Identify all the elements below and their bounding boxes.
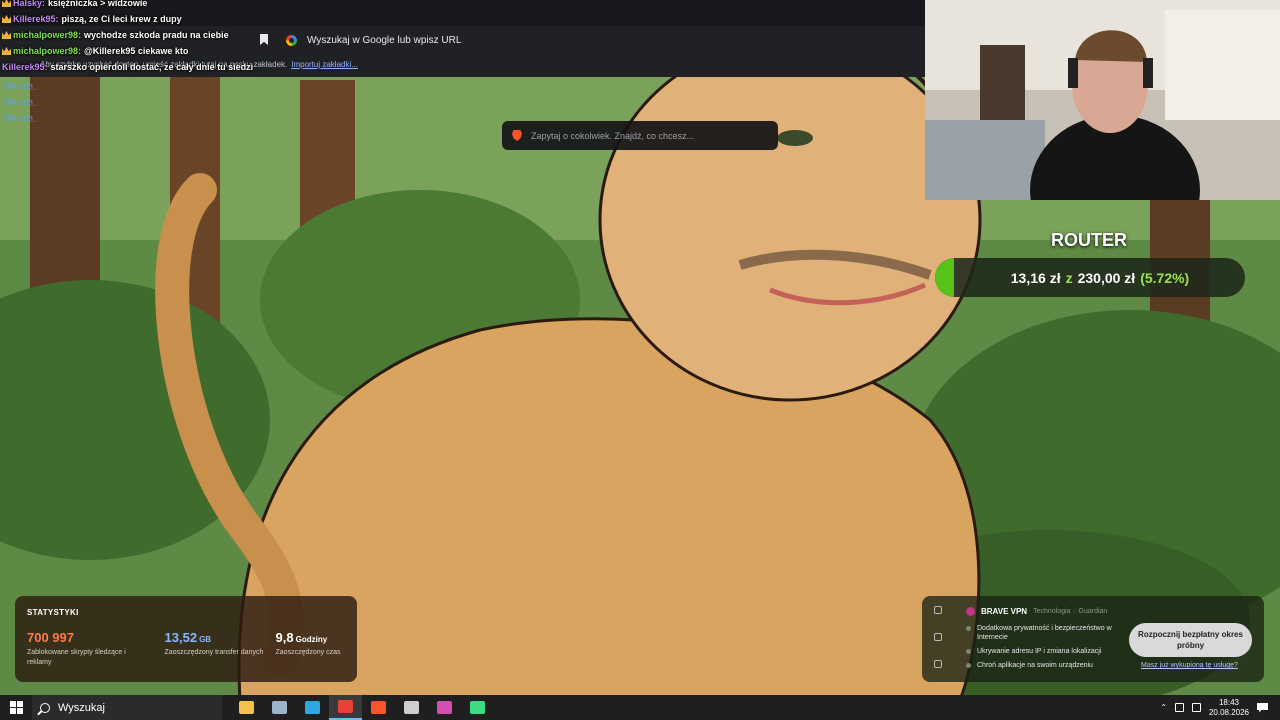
edge-icon <box>305 701 320 714</box>
taskbar-app-files[interactable] <box>263 695 296 720</box>
stat-unit: GB <box>199 635 212 644</box>
chat-faded-line: Marvin_ <box>4 113 39 123</box>
chat-message: michalpower98: @Killerek95 ciekawe kto <box>2 43 272 59</box>
taskbar-app-brave[interactable] <box>362 695 395 720</box>
taskbar-app-folder[interactable] <box>230 695 263 720</box>
crown-badge-icon <box>2 0 11 7</box>
crown-badge-icon <box>2 15 11 23</box>
crown-badge-icon <box>2 47 11 55</box>
taskbar-app-image[interactable] <box>428 695 461 720</box>
taskbar-app-obs[interactable] <box>395 695 428 720</box>
stat-time-saved: 9,8 Godziny Zaoszczędzony czas <box>276 630 345 668</box>
chat-faded-line: Marvin_ <box>4 97 39 107</box>
system-tray: ⌃ 18:43 20.08.2026 <box>1160 695 1280 720</box>
stat-bandwidth-saved: 13,52 GB Zaoszczędzony transfer danych <box>165 630 276 668</box>
brave-search-box[interactable]: Zapytaj o cokolwiek. Znajdź, co chcesz..… <box>502 121 778 150</box>
stream-chat-overlay: Halsky: księżniczka > widzowie Killerek9… <box>2 0 272 75</box>
taskbar-app-edge[interactable] <box>296 695 329 720</box>
chat-username: Halsky: <box>13 0 46 8</box>
taskbar-app-play[interactable] <box>461 695 494 720</box>
taskbar-search-box[interactable]: Wyszukaj <box>32 695 222 720</box>
taskbar-app-chrome[interactable] <box>329 695 362 720</box>
folder-icon <box>239 701 254 714</box>
chat-username: Killerek95: <box>2 62 48 72</box>
taskbar-pinned-apps <box>230 695 494 720</box>
play-icon <box>470 701 485 714</box>
stat-label: Zaoszczędzony transfer danych <box>164 649 264 656</box>
obs-icon <box>404 701 419 714</box>
chat-username: michalpower98: <box>13 46 82 56</box>
goal-target-amount: 230,00 zł <box>1077 269 1136 286</box>
clock-date: 20.08.2026 <box>1208 707 1249 717</box>
chrome-icon <box>338 700 353 713</box>
stat-blocked-trackers: 700 997 Zablokowane skrypty śledzące i r… <box>27 630 151 668</box>
chevron-up-icon[interactable]: ⌃ <box>1160 703 1167 712</box>
goal-title: ROUTER <box>1051 230 1127 250</box>
warning-icon[interactable] <box>934 633 942 641</box>
stat-value: 13,52 <box>164 630 198 645</box>
clock[interactable]: 18:43 20.08.2026 <box>1209 698 1249 718</box>
already-purchased-link[interactable]: Masz już wykupioną tę usługę? <box>1141 662 1238 669</box>
taskbar-search-placeholder: Wyszukaj <box>58 701 105 714</box>
goal-percent: (5.72%) <box>1140 269 1190 286</box>
vpn-side-icons <box>930 606 948 687</box>
search-placeholder: Zapytaj o cokolwiek. Znajdź, co chcesz..… <box>531 130 695 141</box>
stats-title: STATYSTYKI <box>27 608 79 617</box>
start-free-trial-button[interactable]: Rozpocznij bezpłatny okres próbny <box>1129 623 1252 657</box>
vpn-name: BRAVE VPN <box>981 607 1028 616</box>
stat-label: Zaoszczędzony czas <box>275 649 341 656</box>
files-icon <box>272 701 287 714</box>
search-icon <box>40 702 50 713</box>
clock-time: 18:43 <box>1218 697 1239 707</box>
stat-label: Zablokowane skrypty śledzące i reklamy <box>27 649 126 666</box>
chat-faded-messages: Marvin_ Marvin_ Marvin_ <box>4 78 104 126</box>
windows-start-icon[interactable] <box>10 701 23 714</box>
goal-separator: z <box>1065 269 1073 286</box>
address-bar[interactable]: Wyszukaj w Google lub wpisz URL <box>280 30 920 51</box>
chat-text: wychodze szkoda pradu na ciebie <box>84 30 229 40</box>
windows-taskbar: Wyszukaj ⌃ 18:43 20.08.2026 <box>0 695 1280 720</box>
vpn-feature: Chroń aplikacje na swoim urządzeniu <box>966 661 1126 670</box>
chat-username: Killerek95: <box>13 14 59 24</box>
chat-faded-line: Marvin_ <box>4 81 39 91</box>
brave-statistics-card: STATYSTYKI 700 997 Zablokowane skrypty ś… <box>15 596 357 682</box>
volume-icon[interactable] <box>1174 703 1184 712</box>
chat-message: Killerek95: starszko opierdoli dostać, z… <box>2 59 272 75</box>
chat-message: Killerek95: piszą, ze Ci leci krew z dup… <box>2 11 272 27</box>
webcam-overlay <box>925 0 1280 200</box>
crown-badge-icon <box>2 31 11 39</box>
vpn-header: BRAVE VPN Technologia ◌ Guardian <box>966 607 1107 616</box>
stat-unit: Godziny <box>295 635 328 644</box>
brave-vpn-card: BRAVE VPN Technologia ◌ Guardian Dodatko… <box>922 596 1264 682</box>
screen-icon[interactable] <box>934 660 942 668</box>
chat-text: @Killerek95 ciekawe kto <box>84 46 189 56</box>
import-bookmarks-link[interactable]: Importuj zakładki... <box>291 60 358 69</box>
vpn-tagline: Technologia ◌ Guardian <box>1033 608 1108 615</box>
address-bar-placeholder: Wyszukaj w Google lub wpisz URL <box>307 35 462 46</box>
vpn-feature: Dodatkowa prywatność i bezpieczeństwo w … <box>966 624 1126 642</box>
chat-text: księżniczka > widzowie <box>48 0 148 8</box>
chat-message: Halsky: księżniczka > widzowie <box>2 0 272 11</box>
vpn-logo-icon <box>966 607 975 616</box>
chat-text: starszko opierdoli dostać, ze cały dnie … <box>50 62 254 72</box>
goal-current-amount: 13,16 zł <box>1010 269 1061 286</box>
vpn-feature: Ukrywanie adresu IP i zmiana lokalizacji <box>966 647 1126 656</box>
image-icon <box>437 701 452 714</box>
donation-goal-bar: 13,16 zł z 230,00 zł (5.72%) <box>935 258 1245 297</box>
notification-center-icon[interactable] <box>1257 702 1268 713</box>
chat-text: piszą, ze Ci leci krew z dupy <box>61 14 182 24</box>
chat-message: michalpower98: wychodze szkoda pradu na … <box>2 27 272 43</box>
chat-username: michalpower98: <box>13 30 82 40</box>
google-icon <box>286 35 297 46</box>
stat-value: 9,8 <box>275 630 294 645</box>
network-icon[interactable] <box>1191 703 1201 712</box>
shield-icon[interactable] <box>934 606 942 614</box>
brave-icon <box>371 701 386 714</box>
vpn-feature-list: Dodatkowa prywatność i bezpieczeństwo w … <box>966 624 1126 675</box>
stat-value: 700 997 <box>27 630 74 645</box>
goal-progress-text: 13,16 zł z 230,00 zł (5.72%) <box>935 258 1245 297</box>
brave-lion-icon <box>512 130 522 141</box>
